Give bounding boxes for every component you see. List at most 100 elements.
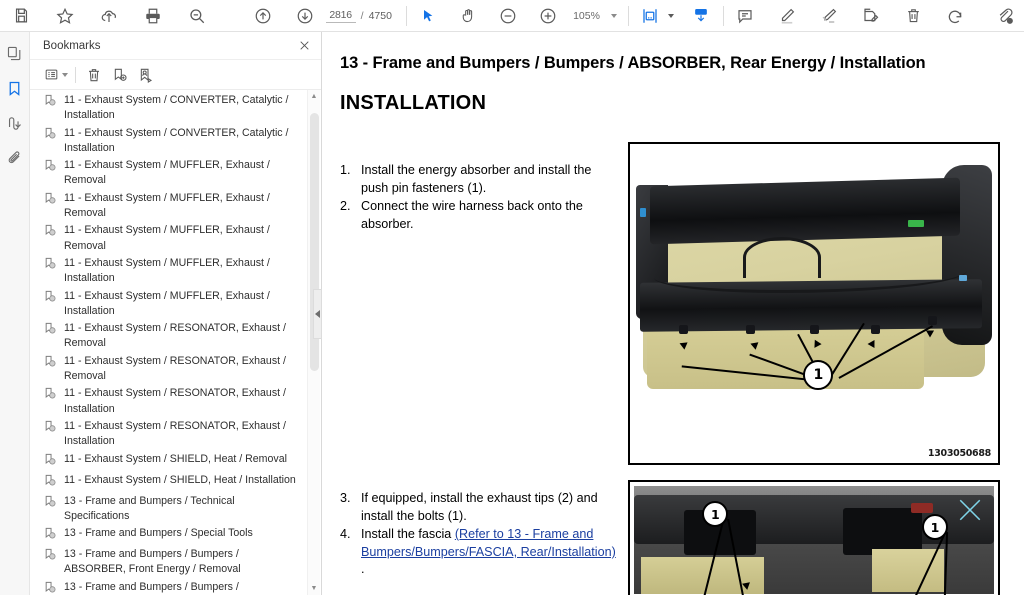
step-number: 2.	[340, 199, 351, 214]
scroll-down-arrow-icon[interactable]: ▼	[308, 582, 321, 595]
bookmark-options-chevron-icon[interactable]	[62, 72, 68, 77]
bookmark-item-icon	[44, 580, 59, 595]
bookmark-item[interactable]: 11 - Exhaust System / MUFFLER, Exhaust /…	[30, 222, 305, 255]
bookmark-item-icon	[44, 473, 59, 492]
bookmarks-scrollbar[interactable]: ▲ ▼	[307, 90, 320, 595]
step-text-after: .	[361, 562, 365, 577]
absorber-photo: 1	[636, 150, 992, 441]
step-number: 1.	[340, 163, 351, 177]
save-icon[interactable]	[6, 3, 36, 29]
step-text-with-link: Install the fascia (Refer to 13 - Frame …	[361, 526, 618, 579]
bookmark-item-icon	[44, 223, 59, 242]
bookmark-item[interactable]: 11 - Exhaust System / RESONATOR, Exhaust…	[30, 418, 305, 451]
new-bookmark-icon[interactable]	[107, 63, 133, 87]
breadcrumb: 13 - Frame and Bumpers / Bumpers / ABSOR…	[340, 54, 926, 72]
bookmarks-scroll-area[interactable]: 11 - Exhaust System / CONVERTER, Catalyt…	[30, 90, 321, 595]
step-text: Connect the wire harness back onto the a…	[361, 199, 583, 231]
bookmark-item-icon	[44, 354, 59, 373]
document-view[interactable]: 13 - Frame and Bumpers / Bumpers / ABSOR…	[322, 32, 1024, 595]
bookmark-item[interactable]: 11 - Exhaust System / RESONATOR, Exhaust…	[30, 353, 305, 386]
undo-icon[interactable]	[940, 3, 970, 29]
bookmark-item[interactable]: 11 - Exhaust System / CONVERTER, Catalyt…	[30, 125, 305, 158]
bookmark-options-icon[interactable]	[38, 63, 64, 87]
bookmarks-panel-icon[interactable]	[2, 76, 28, 100]
search-icon[interactable]	[182, 3, 212, 29]
comment-icon[interactable]	[730, 3, 760, 29]
bookmark-item-label: 13 - Frame and Bumpers / Special Tools	[64, 527, 253, 540]
zoom-level-dropdown[interactable]: 105%	[573, 10, 617, 22]
bookmark-item-label: 13 - Frame and Bumpers / Bumpers / ABSOR…	[64, 580, 239, 593]
bookmark-item-label: 11 - Exhaust System / RESONATOR, Exhaust…	[64, 322, 286, 350]
leader-arrow-icon	[741, 582, 751, 591]
highlight-pen-icon[interactable]	[772, 3, 802, 29]
bookmarks-toolbar	[30, 60, 321, 90]
toolbar-view-group	[635, 3, 716, 29]
print-icon[interactable]	[138, 3, 168, 29]
bookmarks-toolbar-divider	[75, 66, 76, 83]
bookmark-item-label: 13 - Frame and Bumpers / Technical Speci…	[64, 494, 235, 522]
page-separator: /	[360, 9, 364, 22]
attachments-panel-icon[interactable]	[2, 146, 28, 170]
bookmark-item[interactable]: 11 - Exhaust System / MUFFLER, Exhaust /…	[30, 157, 305, 190]
red-component	[910, 503, 933, 514]
zoom-in-icon[interactable]	[533, 3, 563, 29]
bookmark-item-label: 11 - Exhaust System / RESONATOR, Exhaust…	[64, 419, 286, 448]
bookmark-item[interactable]: 13 - Frame and Bumpers / Special Tools	[30, 525, 305, 546]
bookmark-item[interactable]: 13 - Frame and Bumpers / Technical Speci…	[30, 493, 305, 526]
page-fit-chevron-icon[interactable]	[668, 13, 675, 18]
strikethrough-pen-icon[interactable]	[814, 3, 844, 29]
bookmark-item[interactable]: 11 - Exhaust System / SHIELD, Heat / Ins…	[30, 472, 305, 493]
page-down-icon[interactable]	[290, 3, 320, 29]
cyan-mark-icon	[959, 499, 981, 521]
hand-tool-icon[interactable]	[453, 3, 483, 29]
page-fit-icon[interactable]	[635, 3, 665, 29]
scroll-mode-icon[interactable]	[686, 3, 716, 29]
bookmark-item[interactable]: 11 - Exhaust System / MUFFLER, Exhaust /…	[30, 288, 305, 321]
toolbar-page-nav: 2816 / 4750	[248, 3, 392, 29]
pages-panel-icon[interactable]	[2, 41, 28, 65]
bookmark-item-label: 11 - Exhaust System / MUFFLER, Exhaust /…	[64, 289, 270, 317]
page-title: INSTALLATION	[340, 92, 487, 114]
upload-cloud-icon[interactable]	[94, 3, 124, 29]
bookmark-item[interactable]: 11 - Exhaust System / RESONATOR, Exhaust…	[30, 320, 305, 353]
push-pin-fastener	[870, 324, 880, 334]
bookmark-item-icon	[44, 93, 59, 112]
bookmark-item[interactable]: 11 - Exhaust System / SHIELD, Heat / Rem…	[30, 451, 305, 472]
select-cursor-icon[interactable]	[413, 3, 443, 29]
delete-icon[interactable]	[898, 3, 928, 29]
bookmark-item-label: 11 - Exhaust System / SHIELD, Heat / Ins…	[64, 473, 296, 486]
step-text: Install the energy absorber and install …	[361, 163, 592, 195]
bookmark-item-label: 11 - Exhaust System / MUFFLER, Exhaust /…	[64, 191, 270, 220]
list-item: 3. If equipped, install the exhaust tips…	[340, 490, 618, 525]
toolbar-annotation-group	[730, 3, 970, 29]
delete-bookmark-icon[interactable]	[81, 63, 107, 87]
bookmark-item[interactable]: 11 - Exhaust System / CONVERTER, Catalyt…	[30, 92, 305, 125]
figure-rear-energy-absorber: 1 1303050688	[628, 142, 1000, 465]
push-pin-fastener	[927, 315, 937, 325]
scroll-up-arrow-icon[interactable]: ▲	[308, 90, 321, 103]
bookmark-item[interactable]: 13 - Frame and Bumpers / Bumpers / ABSOR…	[30, 546, 305, 579]
bookmark-item[interactable]: 11 - Exhaust System / RESONATOR, Exhaust…	[30, 385, 305, 418]
page-up-icon[interactable]	[248, 3, 278, 29]
steps-block-2: 3. If equipped, install the exhaust tips…	[340, 480, 618, 580]
bookmark-item-label: 13 - Frame and Bumpers / Bumpers / ABSOR…	[64, 548, 241, 576]
bookmark-item[interactable]: 11 - Exhaust System / MUFFLER, Exhaust /…	[30, 255, 305, 288]
step-number: 3.	[340, 491, 351, 505]
signature-panel-icon[interactable]	[2, 111, 28, 135]
stamp-edit-icon[interactable]	[856, 3, 886, 29]
attach-link-cloud-icon[interactable]	[996, 3, 1014, 29]
page-number-input[interactable]: 2816	[325, 9, 356, 23]
bookmark-tag-icon[interactable]	[133, 63, 159, 87]
bookmark-item-icon	[44, 547, 59, 566]
close-icon[interactable]	[298, 39, 311, 52]
workspace: Bookmarks 11 - Exhaust System / CONVERTE…	[0, 32, 1024, 595]
toolbar-file-group	[6, 3, 212, 29]
panel-collapse-handle[interactable]	[313, 288, 322, 339]
bookmark-item[interactable]: 13 - Frame and Bumpers / Bumpers / ABSOR…	[30, 579, 305, 595]
scrollbar-track[interactable]	[308, 103, 321, 582]
zoom-out-icon[interactable]	[493, 3, 523, 29]
bookmarks-panel-title: Bookmarks	[43, 39, 101, 52]
star-icon[interactable]	[50, 3, 80, 29]
push-pin-fastener	[678, 324, 688, 334]
bookmark-item[interactable]: 11 - Exhaust System / MUFFLER, Exhaust /…	[30, 190, 305, 223]
